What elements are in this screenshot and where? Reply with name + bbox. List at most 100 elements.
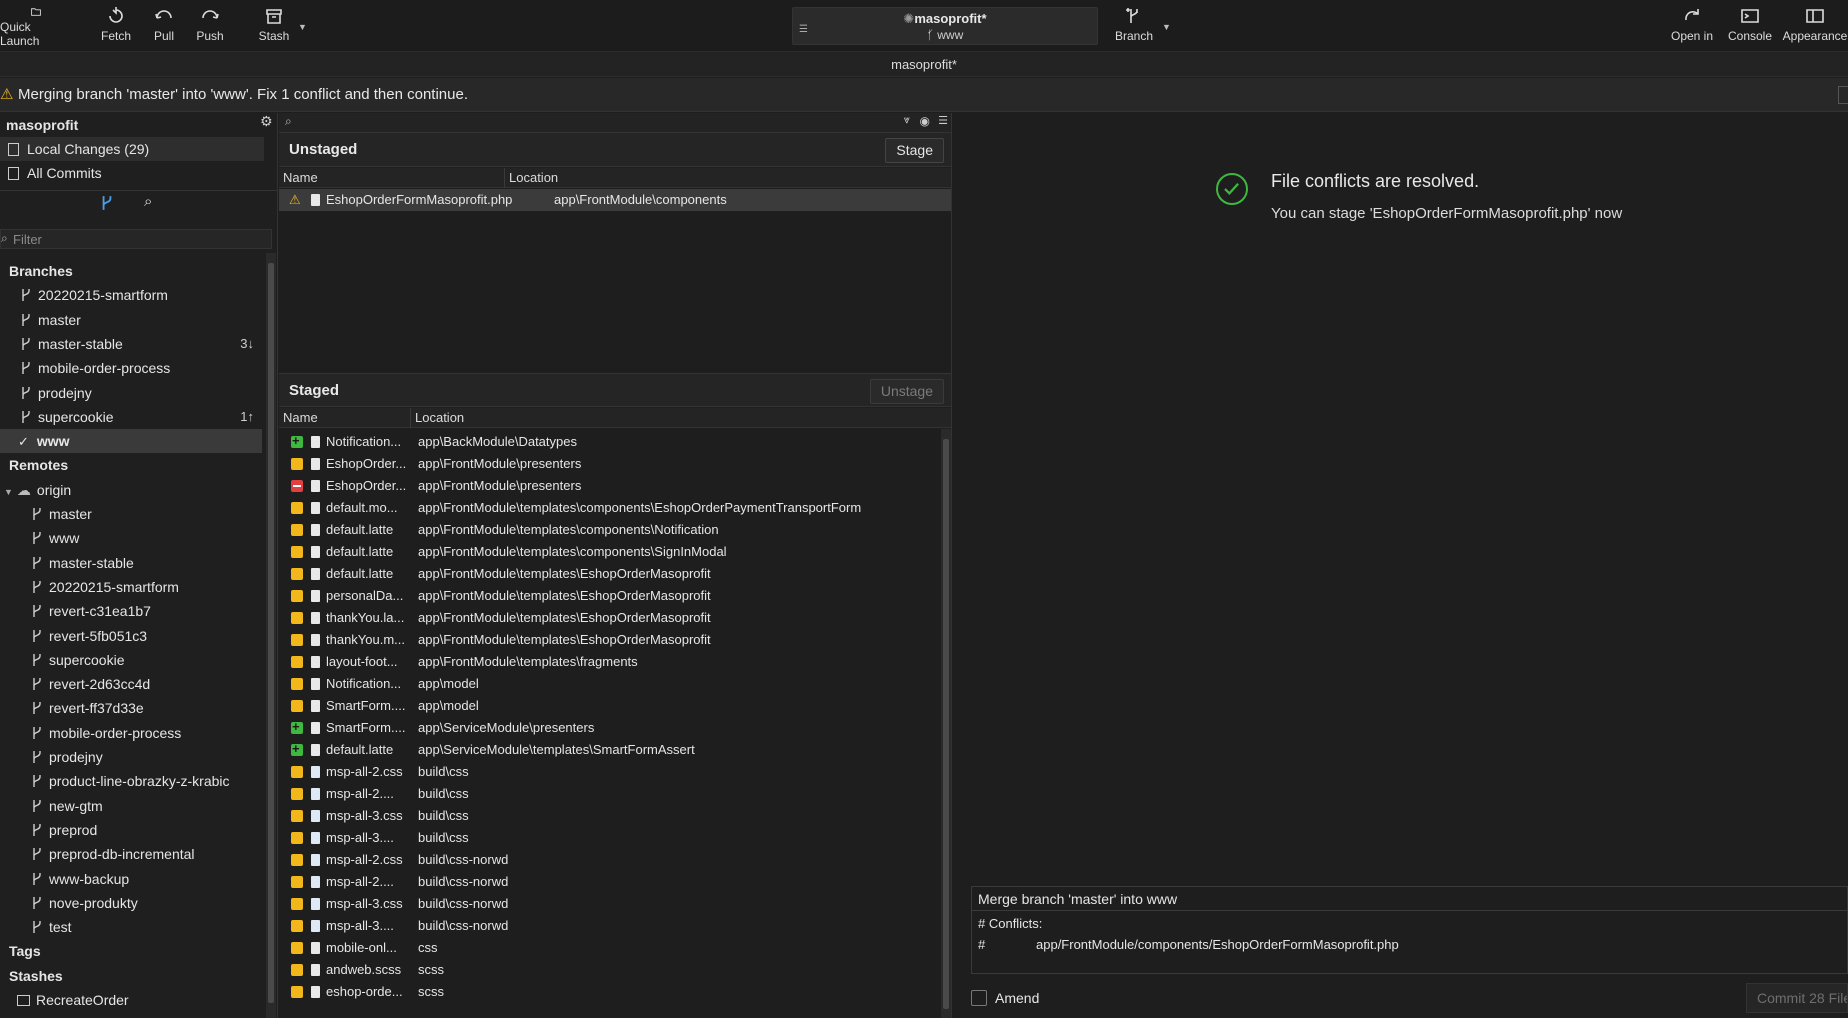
remote-branch-item[interactable]: mobile-order-process [0,721,262,745]
remote-branch-item[interactable]: 20220215-smartform [0,575,262,599]
staged-file-row[interactable]: default.latte app\FrontModule\templates\E… [279,563,939,585]
amend-checkbox[interactable] [971,990,987,1006]
staged-file-row[interactable]: SmartForm.... app\model [279,695,939,717]
remote-branch-item[interactable]: nove-produkty [0,891,262,915]
staged-file-row[interactable]: mobile-onl... css [279,937,939,959]
col-location[interactable]: Location [410,408,464,428]
remote-branch-item[interactable]: revert-ff37d33e [0,696,262,720]
branches-tab-icon[interactable] [100,195,114,211]
staged-file-row[interactable]: msp-all-2.css build\css-norwd [279,849,939,871]
search-tab-icon[interactable]: ⌕ [144,193,152,210]
unstage-button[interactable]: Unstage [869,379,944,404]
push-button[interactable]: Push [192,6,228,48]
staged-scrollbar-thumb[interactable] [943,439,949,1009]
branch-button[interactable]: Branch [1112,6,1156,48]
staged-file-row[interactable]: thankYou.la... app\FrontModule\templates\… [279,607,939,629]
pull-button[interactable]: Pull [146,6,182,48]
staged-file-row[interactable]: EshopOrder... app\FrontModule\presenters [279,453,939,475]
staged-file-row[interactable]: default.mo... app\FrontModule\templates\c… [279,497,939,519]
remote-branch-item[interactable]: prodejny [0,745,262,769]
staged-file-row[interactable]: default.latte app\ServiceModule\templates… [279,738,939,761]
staged-file-row[interactable]: msp-all-3.... build\css [279,827,939,849]
stash-item[interactable]: RecreateOrder [0,988,262,1012]
staged-file-row[interactable]: default.latte app\FrontModule\templates\c… [279,519,939,541]
remote-branch-item[interactable]: master [0,502,262,526]
staged-file-row[interactable]: msp-all-2.... build\css-norwd [279,871,939,893]
expand-origin-icon[interactable]: ▼ [4,487,13,497]
quick-launch-button[interactable]: Quick Launch [0,6,72,48]
staged-file-row[interactable]: msp-all-3.css build\css-norwd [279,893,939,915]
list-options-icon[interactable]: ☰ [938,114,948,127]
staged-file-row[interactable]: thankYou.m... app\FrontModule\templates\E… [279,629,939,651]
remote-branch-item[interactable]: www [0,526,262,550]
col-name[interactable]: Name [283,408,318,428]
branches-section-title[interactable]: Branches [9,259,271,283]
staged-file-row[interactable]: msp-all-3.css build\css [279,805,939,827]
remote-branch-name: master-stable [49,554,134,571]
file-name: default.latte [326,544,394,559]
remote-branch-item[interactable]: revert-5fb051c3 [0,624,262,648]
remote-branch-item[interactable]: test [0,915,262,939]
stashes-section-title[interactable]: Stashes [9,964,271,988]
stash-name: RecreateOrder [36,992,129,1008]
remote-origin[interactable]: ▼ ☁ origin [4,478,266,502]
staged-file-row[interactable]: eshop-orde... scss [279,981,939,1003]
all-commits-item[interactable]: All Commits [0,161,262,185]
eye-icon[interactable]: ◉ [920,114,930,128]
remote-branch-item[interactable]: preprod-db-incremental [0,842,262,866]
branch-item-mobile-order-process[interactable]: mobile-order-process [0,356,262,380]
remote-branch-item[interactable]: revert-2d63cc4d [0,672,262,696]
console-button[interactable]: Console [1726,6,1774,48]
staged-file-row[interactable]: SmartForm.... app\ServiceModule\presenter… [279,716,939,739]
staged-file-row[interactable]: andweb.scss scss [279,959,939,981]
repository-selector[interactable]: ✺masoprofit* ᚶ www ☰ [792,7,1098,45]
unstaged-file-row[interactable]: ⚠ EshopOrderFormMasoprofit.php app\FrontMo… [279,189,951,211]
staged-file-row[interactable]: msp-all-3.... build\css-norwd [279,915,939,937]
staged-file-row[interactable]: default.latte app\FrontModule\templates\c… [279,541,939,563]
commit-message-box[interactable]: Merge branch 'master' into www # Conflic… [971,886,1848,974]
staged-file-row[interactable]: msp-all-2.... build\css [279,783,939,805]
stash-button[interactable]: Stash [256,6,292,48]
open-in-button[interactable]: Open in [1668,6,1716,48]
remote-branch-item[interactable]: supercookie [0,648,262,672]
staged-scrollbar[interactable] [941,429,951,1018]
detail-panel: File conflicts are resolved. You can sta… [953,113,1848,1018]
sidebar-scrollbar[interactable] [266,253,276,1018]
local-changes-item[interactable]: Local Changes (29) [0,137,264,161]
staged-file-row[interactable]: Notification... app\model [279,673,939,695]
branch-item-prodejny[interactable]: prodejny [0,381,262,405]
filter-input[interactable]: ⌕ Filter [0,229,272,249]
branch-dropdown-icon[interactable]: ▼ [1162,22,1171,32]
staged-file-row[interactable]: msp-all-2.css build\css [279,761,939,783]
appearance-button[interactable]: Appearance [1782,6,1848,48]
branch-item-www[interactable]: ✓ www [0,429,262,454]
remote-branch-item[interactable]: new-gtm [0,794,262,818]
sidebar-scrollbar-thumb[interactable] [268,263,274,1003]
commit-subject-input[interactable]: Merge branch 'master' into www [972,887,1847,911]
col-name[interactable]: Name [283,168,318,188]
branch-item-master[interactable]: master [0,308,262,332]
col-location[interactable]: Location [504,168,558,188]
stash-dropdown-icon[interactable]: ▼ [298,22,307,32]
remote-branch-item[interactable]: product-line-obrazky-z-krabic [0,769,262,793]
commit-button[interactable]: Commit 28 File [1746,983,1848,1013]
changes-search-bar[interactable]: ⌕ ⩔ ◉ ☰ [279,113,951,133]
branch-item-supercookie[interactable]: supercookie 1↑ [0,405,262,429]
stage-button[interactable]: Stage [885,138,944,163]
branch-item-master-stable[interactable]: master-stable 3↓ [0,332,262,356]
branch-item-20220215-smartform[interactable]: 20220215-smartform [0,283,262,307]
banner-button[interactable] [1838,86,1848,104]
expand-icon[interactable]: ⩔ [904,114,910,127]
staged-file-row[interactable]: layout-foot... app\FrontModule\templates\… [279,651,939,673]
fetch-button[interactable]: Fetch [96,6,136,48]
tags-section-title[interactable]: Tags [9,939,271,963]
remote-branch-item[interactable]: preprod [0,818,262,842]
remote-branch-item[interactable]: revert-c31ea1b7 [0,599,262,623]
staged-file-row[interactable]: EshopOrder... app\FrontModule\presenters [279,475,939,497]
remote-branch-item[interactable]: master-stable [0,551,262,575]
remote-branch-item[interactable]: www-backup [0,867,262,891]
staged-file-row[interactable]: personalDa... app\FrontModule\templates\E… [279,585,939,607]
staged-file-row[interactable]: Notification... app\BackModule\Datatypes [279,430,939,453]
gear-icon[interactable]: ⚙ [260,113,273,130]
remotes-section-title[interactable]: Remotes [9,453,271,477]
